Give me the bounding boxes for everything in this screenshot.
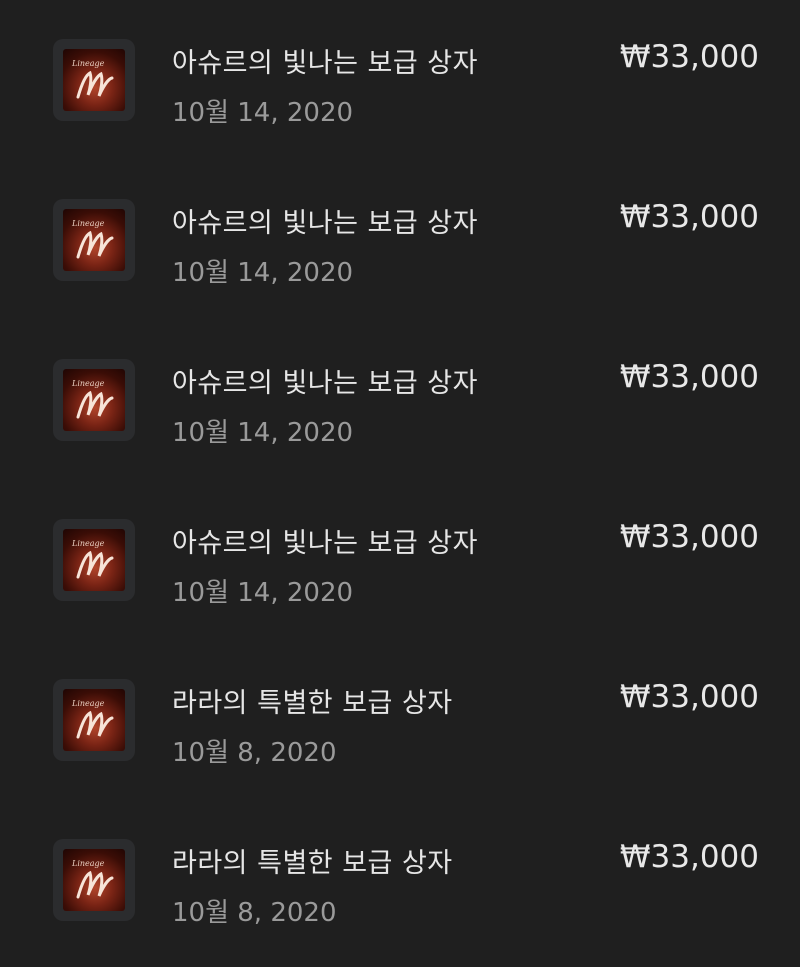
purchase-item[interactable]: Lineage 아슈르의 빛나는 보급 상자 10월 14, 2020 ₩33,…	[0, 160, 800, 320]
lineage-m-app-icon: Lineage	[53, 199, 135, 281]
svg-text:Lineage: Lineage	[71, 379, 105, 388]
purchase-item[interactable]: Lineage 아슈르의 빛나는 보급 상자 10월 14, 2020 ₩33,…	[0, 480, 800, 640]
purchase-date: 10월 8, 2020	[172, 898, 337, 928]
lineage-m-app-icon: Lineage	[53, 39, 135, 121]
item-price: ₩33,000	[619, 519, 759, 555]
purchase-date: 10월 14, 2020	[172, 578, 354, 608]
lineage-m-app-icon: Lineage	[53, 839, 135, 921]
purchase-date: 10월 14, 2020	[172, 258, 354, 288]
item-title: 아슈르의 빛나는 보급 상자	[172, 368, 478, 399]
purchase-item[interactable]: Lineage 라라의 특별한 보급 상자 10월 8, 2020 ₩33,00…	[0, 640, 800, 800]
purchase-item[interactable]: Lineage 아슈르의 빛나는 보급 상자 10월 14, 2020 ₩33,…	[0, 0, 800, 160]
item-price: ₩33,000	[619, 39, 759, 75]
svg-text:Lineage: Lineage	[71, 59, 105, 68]
svg-text:Lineage: Lineage	[71, 539, 105, 548]
lineage-m-app-icon: Lineage	[53, 519, 135, 601]
item-price: ₩33,000	[619, 199, 759, 235]
lineage-m-app-icon: Lineage	[53, 679, 135, 761]
item-title: 아슈르의 빛나는 보급 상자	[172, 208, 478, 239]
lineage-m-app-icon: Lineage	[53, 359, 135, 441]
purchase-item[interactable]: Lineage 라라의 특별한 보급 상자 10월 8, 2020 ₩33,00…	[0, 800, 800, 960]
svg-text:Lineage: Lineage	[71, 699, 105, 708]
purchase-date: 10월 14, 2020	[172, 98, 354, 128]
item-price: ₩33,000	[619, 359, 759, 395]
item-price: ₩33,000	[619, 839, 759, 875]
purchase-date: 10월 8, 2020	[172, 738, 337, 768]
item-title: 라라의 특별한 보급 상자	[172, 688, 453, 719]
purchase-date: 10월 14, 2020	[172, 418, 354, 448]
item-title: 아슈르의 빛나는 보급 상자	[172, 48, 478, 79]
item-price: ₩33,000	[619, 679, 759, 715]
item-title: 아슈르의 빛나는 보급 상자	[172, 528, 478, 559]
svg-text:Lineage: Lineage	[71, 219, 105, 228]
purchase-item[interactable]: Lineage 아슈르의 빛나는 보급 상자 10월 14, 2020 ₩33,…	[0, 320, 800, 480]
item-title: 라라의 특별한 보급 상자	[172, 848, 453, 879]
svg-text:Lineage: Lineage	[71, 859, 105, 868]
